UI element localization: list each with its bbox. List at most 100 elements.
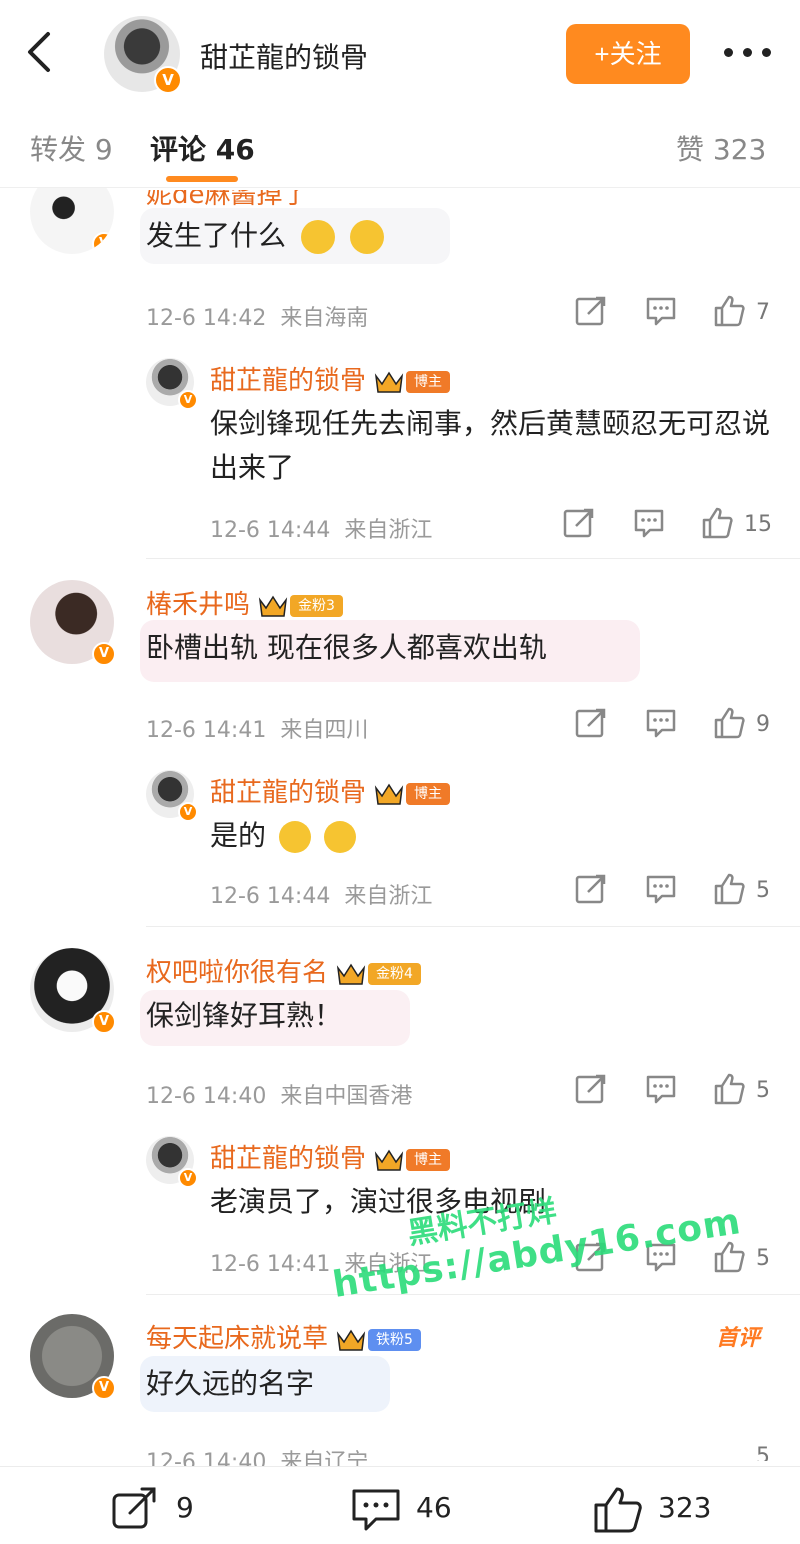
reply-username[interactable]: 甜芷龍的锁骨 bbox=[210, 1144, 366, 1174]
divider bbox=[146, 1294, 800, 1295]
share-icon[interactable] bbox=[574, 1072, 608, 1112]
reply-meta: 12-6 14:44 来自浙江 bbox=[210, 884, 433, 909]
laughing-crying-emoji-icon bbox=[278, 821, 311, 853]
reply-text: 保剑锋现任先去闹事，然后黄慧颐忍无可忍说出来了 bbox=[210, 407, 771, 484]
repost-count: 9 bbox=[176, 1491, 194, 1524]
more-dots-icon[interactable] bbox=[722, 34, 774, 70]
reply-icon[interactable] bbox=[644, 872, 678, 912]
reply-avatar[interactable]: V bbox=[146, 1136, 198, 1188]
tab-reposts[interactable]: 转发 9 bbox=[30, 128, 113, 168]
poster-name[interactable]: 甜芷龍的锁骨 bbox=[200, 36, 368, 76]
comment-count: 46 bbox=[416, 1491, 452, 1524]
comment-text: 卧槽出轨 现在很多人都喜欢出轨 bbox=[146, 631, 547, 664]
share-icon[interactable] bbox=[574, 872, 608, 912]
reply-icon[interactable] bbox=[644, 706, 678, 746]
comment-button[interactable]: 46 bbox=[350, 1485, 452, 1533]
like-count: 15 bbox=[744, 512, 772, 537]
like-count: 323 bbox=[658, 1491, 712, 1524]
reply-text: 老演员了，演过很多电视剧 bbox=[210, 1185, 547, 1218]
comment-meta: 12-6 14:42 来自海南 bbox=[146, 306, 369, 331]
bottom-action-bar: 9 46 323 bbox=[0, 1466, 800, 1544]
commenter-avatar[interactable]: V bbox=[30, 948, 116, 1034]
share-icon[interactable] bbox=[574, 1240, 608, 1280]
share-icon[interactable] bbox=[562, 506, 596, 546]
active-tab-indicator bbox=[166, 176, 238, 182]
like-icon[interactable] bbox=[712, 1072, 746, 1112]
comment-username[interactable]: 椿禾井鸣 bbox=[146, 590, 250, 620]
like-icon[interactable] bbox=[712, 706, 746, 746]
reply-meta: 12-6 14:44 来自浙江 bbox=[210, 518, 433, 543]
reply-username-row: 甜芷龍的锁骨 博主 bbox=[210, 360, 451, 397]
comment-username-row: 椿禾井鸣 金粉3 bbox=[146, 584, 343, 621]
divider bbox=[146, 926, 800, 927]
reply-username[interactable]: 甜芷龍的锁骨 bbox=[210, 778, 366, 808]
reply-text: 是的 bbox=[210, 814, 356, 858]
reply-icon[interactable] bbox=[644, 1072, 678, 1112]
comment-meta: 12-6 14:41 来自四川 bbox=[146, 718, 369, 743]
poster-avatar[interactable]: V bbox=[104, 16, 182, 94]
verified-v-icon: V bbox=[178, 1168, 198, 1188]
reply-avatar[interactable]: V bbox=[146, 358, 198, 410]
crown-icon bbox=[374, 782, 404, 806]
comment-username[interactable]: 每天起床就说草 bbox=[146, 1324, 328, 1354]
crown-icon bbox=[336, 962, 366, 986]
reply-meta: 12-6 14:41 来自浙江 bbox=[210, 1252, 433, 1277]
comment-username-row: 每天起床就说草 铁粉5 bbox=[146, 1318, 421, 1355]
reply-avatar[interactable]: V bbox=[146, 770, 198, 822]
like-count: 7 bbox=[756, 300, 770, 325]
laughing-crying-emoji-icon bbox=[323, 821, 356, 853]
verified-v-icon: V bbox=[92, 642, 116, 666]
author-badge: 博主 bbox=[406, 782, 451, 805]
comment-meta: 12-6 14:40 来自中国香港 bbox=[146, 1084, 413, 1109]
author-badge: 博主 bbox=[406, 1148, 451, 1171]
like-count: 9 bbox=[756, 712, 770, 737]
crown-icon bbox=[374, 1148, 404, 1172]
reply-username[interactable]: 甜芷龍的锁骨 bbox=[210, 366, 366, 396]
like-icon[interactable] bbox=[712, 1240, 746, 1280]
reply-icon[interactable] bbox=[644, 1240, 678, 1280]
reply-icon[interactable] bbox=[632, 506, 666, 546]
verified-v-icon: V bbox=[154, 66, 182, 94]
divider bbox=[146, 558, 800, 559]
top-bar: V 甜芷龍的锁骨 +关注 bbox=[0, 0, 800, 100]
tab-comments[interactable]: 评论 46 bbox=[150, 128, 255, 168]
reply-icon[interactable] bbox=[644, 294, 678, 334]
back-arrow-icon[interactable] bbox=[20, 30, 60, 74]
comment-username[interactable]: 权吧啦你很有名 bbox=[146, 958, 328, 988]
share-icon[interactable] bbox=[574, 706, 608, 746]
like-icon[interactable] bbox=[712, 872, 746, 912]
reply-username-row: 甜芷龍的锁骨 博主 bbox=[210, 772, 451, 809]
verified-v-icon: V bbox=[178, 390, 198, 410]
comment-username-row: 权吧啦你很有名 金粉4 bbox=[146, 952, 421, 989]
verified-v-icon: V bbox=[92, 1010, 116, 1034]
fan-badge: 金粉4 bbox=[368, 962, 421, 985]
commenter-avatar[interactable]: V bbox=[30, 580, 116, 666]
commenter-avatar[interactable]: V bbox=[30, 1314, 116, 1400]
shocked-emoji-icon bbox=[349, 220, 384, 254]
like-button[interactable]: 323 bbox=[592, 1485, 711, 1533]
shocked-emoji-icon bbox=[300, 220, 335, 254]
comment-text: 保剑锋好耳熟！ bbox=[146, 999, 343, 1032]
verified-v-icon: V bbox=[92, 1376, 116, 1400]
fan-badge: 铁粉5 bbox=[368, 1328, 421, 1351]
follow-button[interactable]: +关注 bbox=[566, 24, 690, 84]
fan-badge: 金粉3 bbox=[290, 594, 343, 617]
crown-icon bbox=[374, 370, 404, 394]
verified-v-icon: V bbox=[178, 802, 198, 822]
like-icon[interactable] bbox=[712, 294, 746, 334]
like-count: 5 bbox=[756, 878, 770, 903]
first-comment-tag: 首评 bbox=[716, 1326, 761, 1351]
crown-icon bbox=[336, 1328, 366, 1352]
like-count: 5 bbox=[756, 1078, 770, 1103]
share-icon[interactable] bbox=[574, 294, 608, 334]
verified-v-icon: V bbox=[92, 232, 114, 254]
comment-text: 发生了什么 bbox=[146, 214, 384, 258]
crown-icon bbox=[258, 594, 288, 618]
tab-bar: 转发 9 评论 46 赞 323 bbox=[0, 100, 800, 188]
reply-username-row: 甜芷龍的锁骨 博主 bbox=[210, 1138, 451, 1175]
repost-button[interactable]: 9 bbox=[110, 1485, 194, 1533]
repost-icon bbox=[112, 1487, 156, 1529]
comment-icon bbox=[352, 1489, 400, 1531]
tab-likes[interactable]: 赞 323 bbox=[676, 128, 766, 168]
like-icon[interactable] bbox=[700, 506, 734, 546]
